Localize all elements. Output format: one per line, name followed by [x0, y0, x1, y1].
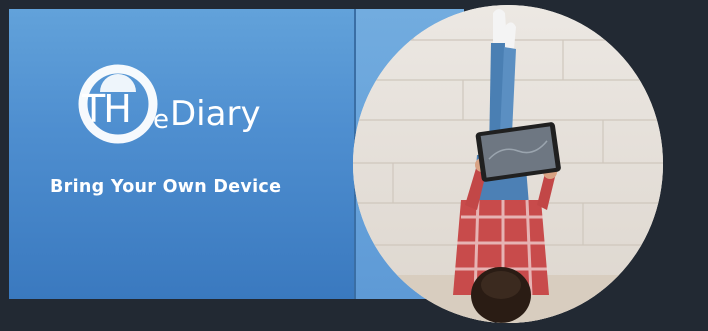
photo-illustration: [353, 5, 663, 323]
logo-text-e: e: [153, 105, 169, 135]
tagline: Bring Your Own Device: [50, 177, 282, 197]
brand-panel: [9, 9, 354, 299]
hero-photo: [353, 5, 663, 323]
logo-text-th: TH: [82, 87, 132, 131]
logo-text-diary: Diary: [170, 94, 261, 134]
ad-banner: TH e Diary Bring Your Own Device: [0, 0, 708, 331]
